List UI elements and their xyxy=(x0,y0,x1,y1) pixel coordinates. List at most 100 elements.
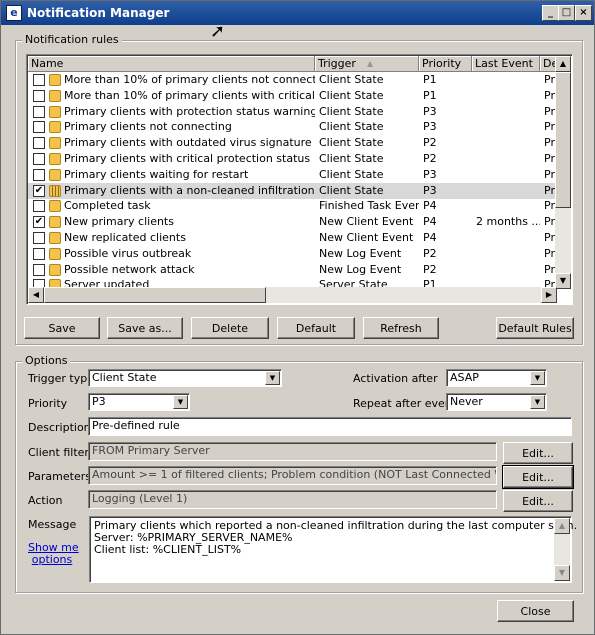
scroll-left-button[interactable]: ◀ xyxy=(28,287,44,303)
message-vertical-scrollbar[interactable]: ▲ ▼ xyxy=(554,518,570,581)
rule-priority: P1 xyxy=(423,88,437,102)
rules-list[interactable]: Name Trigger ▲ Priority Last Event Des Mo… xyxy=(26,54,573,305)
rule-trigger: Client State xyxy=(319,183,384,197)
list-vertical-scrollbar[interactable]: ▲ ▼ xyxy=(555,56,571,289)
rule-name: Completed task xyxy=(64,199,151,213)
rule-name: Possible virus outbreak xyxy=(64,246,192,260)
horizontal-scroll-thumb[interactable] xyxy=(44,287,266,303)
table-row[interactable]: Primary clients with outdated virus sign… xyxy=(28,135,562,151)
rule-priority: P3 xyxy=(423,120,437,134)
scroll-up-button[interactable]: ▲ xyxy=(554,518,570,534)
table-row[interactable]: Primary clients waiting for restart Clien… xyxy=(28,167,562,183)
rule-icon xyxy=(49,121,61,134)
client-filter-edit-button[interactable]: Edit... xyxy=(503,442,573,464)
action-edit-button[interactable]: Edit... xyxy=(503,490,573,512)
table-row[interactable]: New replicated clients New Client Event P4… xyxy=(28,230,562,246)
rule-priority: P4 xyxy=(423,231,437,244)
rule-name: Primary clients with a non-cleaned infil… xyxy=(64,183,315,197)
chevron-down-icon[interactable]: ▼ xyxy=(265,371,280,385)
delete-button[interactable]: Delete xyxy=(191,317,269,339)
list-horizontal-scrollbar[interactable]: ◀ ▶ xyxy=(28,287,557,303)
rule-priority: P4 xyxy=(423,215,437,229)
rule-enabled-checkbox[interactable] xyxy=(33,247,45,260)
rule-enabled-checkbox[interactable] xyxy=(33,74,45,86)
parameters-edit-button[interactable]: Edit... xyxy=(502,465,574,489)
rule-last-event xyxy=(476,151,540,167)
title-bar[interactable]: e Notification Manager _ □ × xyxy=(1,1,594,25)
options-legend: Options xyxy=(22,354,71,367)
table-row[interactable]: Primary clients with protection status w… xyxy=(28,104,562,120)
table-row[interactable]: Primary clients not connecting Client Sta… xyxy=(28,119,562,135)
rule-enabled-checkbox[interactable] xyxy=(33,153,45,165)
column-header-priority[interactable]: Priority xyxy=(419,56,472,72)
priority-select[interactable]: P3 ▼ xyxy=(88,393,190,411)
rule-enabled-checkbox[interactable] xyxy=(33,168,45,181)
notification-manager-window: e Notification Manager _ □ × ➚ Notificat… xyxy=(0,0,595,635)
rule-trigger: Client State xyxy=(319,73,384,86)
table-row[interactable]: More than 10% of primary clients with cr… xyxy=(28,88,562,104)
table-row[interactable]: Completed task Finished Task Event P4 Pre xyxy=(28,198,562,214)
table-row[interactable]: Possible network attack New Log Event P2 Pr… xyxy=(28,262,562,278)
rule-enabled-checkbox[interactable] xyxy=(33,121,45,134)
table-row[interactable]: ✔ Primary clients with a non-cleaned infi… xyxy=(28,182,562,199)
maximize-button[interactable]: □ xyxy=(558,5,575,21)
vertical-scroll-thumb[interactable] xyxy=(555,72,571,208)
chevron-down-icon[interactable]: ▼ xyxy=(530,371,545,385)
column-header-trigger[interactable]: Trigger ▲ xyxy=(315,56,419,72)
save-as-button[interactable]: Save as... xyxy=(107,317,183,339)
sort-ascending-icon: ▲ xyxy=(367,59,374,68)
table-row[interactable]: ✔ New primary clients New Client Event P4 2 … xyxy=(28,214,562,230)
default-rules-button[interactable]: Default Rules xyxy=(496,317,574,339)
activation-after-select[interactable]: ASAP ▼ xyxy=(446,369,547,387)
chevron-down-icon[interactable]: ▼ xyxy=(173,395,188,409)
table-row[interactable]: More than 10% of primary clients not con… xyxy=(28,72,562,88)
scroll-down-button[interactable]: ▼ xyxy=(555,273,571,289)
rule-last-event xyxy=(476,183,540,199)
rule-priority: P2 xyxy=(423,246,437,260)
rule-icon xyxy=(49,168,61,181)
close-window-button[interactable]: × xyxy=(575,5,592,21)
trigger-type-select[interactable]: Client State ▼ xyxy=(88,369,282,387)
description-label: Description xyxy=(28,421,91,434)
rule-enabled-checkbox[interactable] xyxy=(33,89,45,102)
column-header-last-event[interactable]: Last Event xyxy=(472,56,540,72)
rule-enabled-checkbox[interactable]: ✔ xyxy=(33,216,45,229)
rule-trigger: Client State xyxy=(319,104,384,118)
rule-trigger: Client State xyxy=(319,88,384,102)
rule-enabled-checkbox[interactable] xyxy=(33,105,45,118)
rule-enabled-checkbox[interactable] xyxy=(33,137,45,150)
rule-trigger: Client State xyxy=(319,136,384,150)
save-button[interactable]: Save xyxy=(24,317,100,339)
description-field[interactable]: Pre-defined rule xyxy=(88,417,572,436)
default-button[interactable]: Default xyxy=(277,317,355,339)
message-textarea[interactable]: Primary clients which reported a non-cle… xyxy=(89,516,577,583)
rule-enabled-checkbox[interactable]: ✔ xyxy=(33,184,45,197)
scroll-right-button[interactable]: ▶ xyxy=(541,287,557,303)
rule-priority: P2 xyxy=(423,262,437,276)
scroll-down-button[interactable]: ▼ xyxy=(554,565,570,581)
rule-name: New primary clients xyxy=(64,215,174,229)
rule-icon xyxy=(49,105,61,118)
repeat-after-every-label: Repeat after every xyxy=(353,397,456,410)
column-header-name[interactable]: Name xyxy=(28,56,315,72)
rule-enabled-checkbox[interactable] xyxy=(33,200,45,213)
client-filter-label: Client filter xyxy=(28,446,89,459)
rule-trigger: New Client Event xyxy=(319,215,414,229)
chevron-down-icon[interactable]: ▼ xyxy=(530,395,545,409)
rule-enabled-checkbox[interactable] xyxy=(33,232,45,244)
repeat-after-every-select[interactable]: Never ▼ xyxy=(446,393,547,411)
priority-label: Priority xyxy=(28,397,68,410)
rule-last-event xyxy=(476,135,540,151)
close-button[interactable]: Close xyxy=(497,600,574,622)
table-row[interactable]: Primary clients with critical protection… xyxy=(28,151,562,167)
show-me-options-link[interactable]: Show me options xyxy=(28,542,79,566)
rule-icon xyxy=(49,216,61,229)
rule-icon xyxy=(49,184,61,197)
parameters-field: Amount >= 1 of filtered clients; Problem… xyxy=(88,466,497,485)
scroll-up-button[interactable]: ▲ xyxy=(555,56,571,72)
rule-enabled-checkbox[interactable] xyxy=(33,263,45,276)
table-row[interactable]: Possible virus outbreak New Log Event P2 Pr… xyxy=(28,246,562,262)
refresh-button[interactable]: Refresh xyxy=(363,317,439,339)
minimize-button[interactable]: _ xyxy=(542,5,559,21)
rule-priority: P2 xyxy=(423,152,437,165)
